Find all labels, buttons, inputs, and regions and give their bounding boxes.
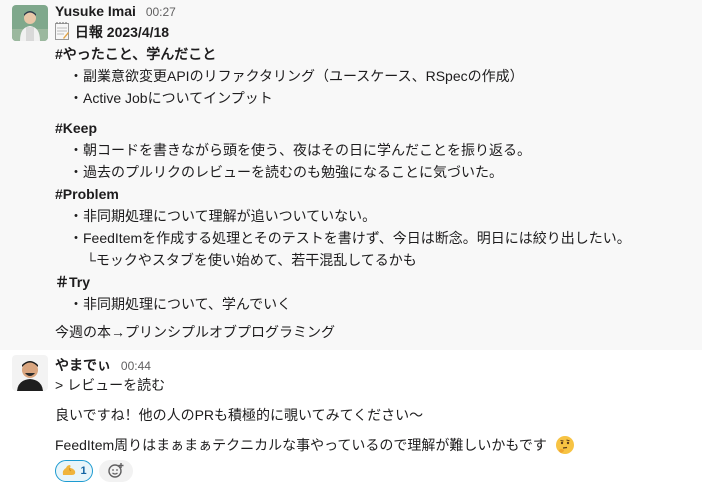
timestamp[interactable]: 00:44 [121, 359, 151, 373]
section-heading-try: ＃Try [55, 274, 91, 290]
message-header: やまでぃ 00:44 [55, 355, 151, 373]
reaction-count: 1 [80, 465, 87, 477]
thinking-face-icon [555, 435, 575, 455]
quote-line: > レビューを読む [55, 377, 166, 393]
message-title: 日報 2023/4/18 [55, 22, 169, 42]
list-item: ・過去のプルリクのレビューを読むのも勉強になることに気づいた。 [69, 164, 503, 180]
avatar-yusuke-imai[interactable] [12, 5, 48, 41]
author-name[interactable]: Yusuke Imai [55, 3, 136, 19]
report-title: 日報 2023/4/18 [74, 24, 170, 40]
reply-line: 良いですね！他の人のPRも積極的に覗いてみてください〜 [55, 407, 424, 423]
reply-line-with-emoji: FeedItem周りはまぁまぁテクニカルな事やっているので理解が難しいかもです [55, 435, 575, 455]
message-yamadei[interactable]: やまでぃ 00:44 > レビューを読む 良いですね！他の人のPRも積極的に覗い… [0, 350, 702, 500]
add-reaction-button[interactable] [99, 460, 133, 482]
list-item: ・朝コードを書きながら頭を使う、夜はその日に学んだことを振り返る。 [69, 142, 531, 158]
memo-icon [55, 22, 69, 40]
book-of-week: 今週の本→プリンシプルオブプログラミング [55, 324, 335, 340]
reply-text: FeedItem周りはまぁまぁテクニカルな事やっているので理解が難しいかもです [55, 437, 547, 453]
timestamp[interactable]: 00:27 [146, 5, 176, 19]
add-reaction-icon [107, 462, 125, 481]
message-header: Yusuke Imai 00:27 [55, 3, 176, 21]
list-item: ・非同期処理について、学んでいく [69, 296, 292, 312]
list-item: ・副業意欲変更APIのリファクタリング（ユースケース、RSpecの作成） [69, 68, 524, 84]
section-heading-done: #やったこと、学んだこと [55, 46, 217, 62]
reaction-muscle[interactable]: 1 [55, 460, 93, 482]
list-item: ・FeedItemを作成する処理とそのテストを書けず、今日は断念。明日には絞り出… [69, 230, 631, 246]
muscle-icon [61, 463, 77, 480]
message-yusuke-imai[interactable]: Yusuke Imai 00:27 日報 2023/4/18 #やったこと、学ん… [0, 0, 702, 350]
avatar-yamadei[interactable] [12, 355, 48, 391]
author-name[interactable]: やまでぃ [55, 357, 111, 373]
list-item: ・Active Jobについてインプット [69, 90, 273, 106]
list-item: ・非同期処理について理解が追いついていない。 [69, 208, 377, 224]
list-item-sub: └モックやスタブを使い始めて、若干混乱してるかも [86, 252, 417, 268]
section-heading-problem: #Problem [55, 186, 119, 202]
section-heading-keep: #Keep [55, 120, 98, 136]
